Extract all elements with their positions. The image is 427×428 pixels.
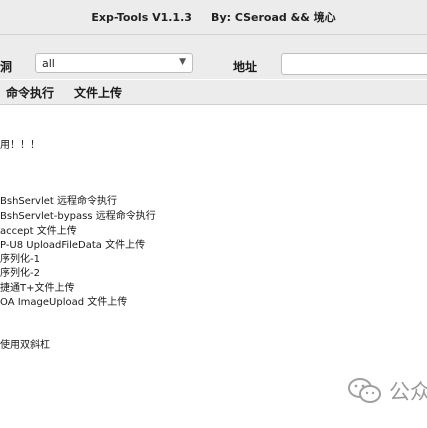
window-title: Exp-Tools V1.1.3 By: CSeroad && 境心 <box>91 11 336 24</box>
tab-file-upload[interactable]: 文件上传 <box>74 84 122 101</box>
output-line: 使用双斜杠 <box>0 340 50 351</box>
vuln-select-label: 洞 <box>0 60 13 74</box>
vuln-select-value: all <box>42 57 55 70</box>
chevron-down-icon: ▼ <box>179 57 186 67</box>
vuln-select[interactable]: all ▼ <box>35 53 193 73</box>
output-line: 序列化-2 <box>0 268 40 279</box>
wechat-icon <box>348 378 381 403</box>
output-line: accept 文件上传 <box>0 226 77 237</box>
output-line: 用！！！ <box>0 140 40 151</box>
title-bar: Exp-Tools V1.1.3 By: CSeroad && 境心 <box>0 0 427 35</box>
tab-bar <box>0 80 427 105</box>
address-input[interactable] <box>281 53 427 75</box>
output-line: BshServlet-bypass 远程命令执行 <box>0 211 156 222</box>
output-line: BshServlet 远程命令执行 <box>0 196 117 207</box>
watermark-text: 公众 <box>389 380 427 404</box>
output-line: 序列化-1 <box>0 254 40 265</box>
output-line: OA ImageUpload 文件上传 <box>0 297 128 308</box>
watermark: 公众 <box>347 374 427 406</box>
address-label: 地址 <box>233 60 258 74</box>
tab-command-exec[interactable]: 命令执行 <box>6 84 54 101</box>
output-line: P-U8 UploadFileData 文件上传 <box>0 240 146 251</box>
output-line: 捷通T+文件上传 <box>0 283 75 294</box>
